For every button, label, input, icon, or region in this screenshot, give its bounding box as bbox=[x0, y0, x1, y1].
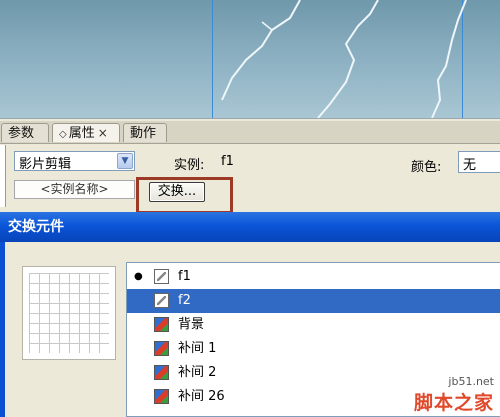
list-item-label: f2 bbox=[178, 293, 191, 308]
graphic-icon bbox=[154, 341, 169, 356]
panel-tab-bar: 参数 ◇ 属性 × 動作 bbox=[0, 121, 500, 144]
instance-value: f1 bbox=[221, 154, 234, 169]
list-item-label: 补间 26 bbox=[178, 389, 225, 404]
movieclip-icon bbox=[154, 269, 169, 284]
movieclip-icon bbox=[154, 293, 169, 308]
tab-actions[interactable]: 動作 bbox=[123, 123, 167, 142]
color-label: 颜色: bbox=[411, 160, 442, 175]
properties-panel: 参数 ◇ 属性 × 動作 影片剪辑 ▼ 实例: f1 颜色: 无 <实例名称> 交换… bbox=[0, 118, 500, 213]
watermark-brand: 脚本之家 bbox=[413, 392, 494, 414]
instance-name-field[interactable]: <实例名称> bbox=[14, 180, 135, 199]
list-item[interactable]: ● f1 bbox=[127, 265, 500, 289]
tab-label: 属性 bbox=[68, 126, 95, 141]
list-item-label: f1 bbox=[178, 269, 191, 284]
color-select[interactable]: 无 bbox=[458, 151, 500, 173]
current-symbol-bullet-icon: ● bbox=[134, 271, 143, 282]
watermark-site: jb51.net bbox=[448, 375, 494, 388]
list-item[interactable]: 背景 bbox=[127, 313, 500, 337]
graphic-icon bbox=[154, 365, 169, 380]
instance-label: 实例: bbox=[174, 158, 205, 173]
close-icon[interactable]: × bbox=[98, 126, 108, 140]
list-item-label: 背景 bbox=[178, 317, 205, 332]
symbol-type-select[interactable]: 影片剪辑 ▼ bbox=[14, 151, 135, 172]
tab-label: 動作 bbox=[130, 126, 157, 141]
symbol-thumbnail bbox=[0, 145, 6, 207]
lightning-artwork bbox=[221, 0, 467, 118]
diamond-icon: ◇ bbox=[59, 129, 67, 140]
list-item-label: 补间 2 bbox=[178, 365, 217, 380]
tab-parameters[interactable]: 参数 bbox=[1, 123, 49, 142]
tab-label: 参数 bbox=[8, 126, 35, 141]
watermark: jb51.net 脚本之家 bbox=[414, 375, 494, 415]
symbol-type-value: 影片剪辑 bbox=[19, 157, 72, 172]
color-value: 无 bbox=[463, 158, 477, 173]
highlight-box bbox=[136, 177, 233, 214]
list-item[interactable]: 补间 1 bbox=[127, 337, 500, 361]
symbol-preview bbox=[22, 266, 116, 360]
chevron-down-icon[interactable]: ▼ bbox=[117, 153, 133, 169]
stage-canvas[interactable] bbox=[0, 0, 500, 118]
list-item-selected[interactable]: f2 bbox=[127, 289, 500, 313]
dialog-title[interactable]: 交换元件 bbox=[0, 212, 500, 242]
graphic-icon bbox=[154, 317, 169, 332]
graphic-icon bbox=[154, 389, 169, 404]
properties-content: 影片剪辑 ▼ 实例: f1 颜色: 无 <实例名称> 交换... bbox=[0, 145, 500, 213]
list-item-label: 补间 1 bbox=[178, 341, 217, 356]
preview-grid bbox=[29, 273, 109, 353]
tab-properties[interactable]: ◇ 属性 × bbox=[52, 123, 120, 142]
